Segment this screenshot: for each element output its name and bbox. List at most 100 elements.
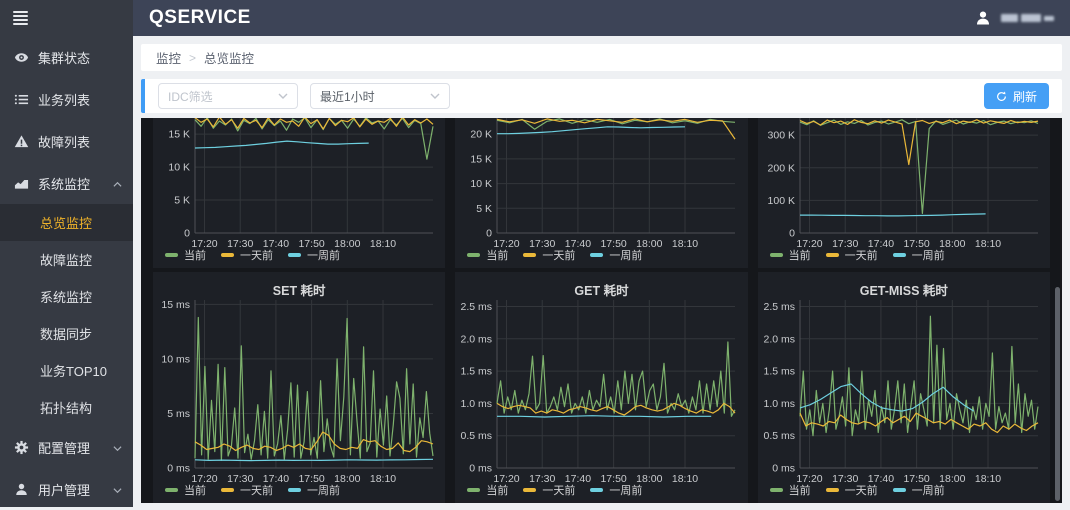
legend-label: 当前 [486, 485, 509, 497]
legend-item-1[interactable]: 一天前 [523, 247, 575, 263]
sidebar-subitem-3-4[interactable]: 业务TOP10 [0, 352, 133, 389]
legend-swatch [590, 253, 604, 257]
sidebar-menu: 集群状态 业务列表 故障列表 系统监控 总览监控 故障监控 系统监控 数据同步 业务TOP10 拓… [0, 36, 133, 510]
legend-label: 当前 [788, 485, 811, 497]
legend-item-2[interactable]: 一周前 [288, 247, 340, 263]
legend-item-1[interactable]: 一天前 [825, 247, 878, 263]
legend-label: 当前 [184, 250, 206, 262]
series-line-2 [194, 140, 369, 149]
sidebar-item-2[interactable]: 故障列表 [0, 120, 133, 162]
legend-item-2[interactable]: 一周前 [590, 247, 642, 263]
idc-filter-select[interactable]: IDC筛选 [158, 83, 298, 109]
chart-panel-1: 17:20 17:30 17:40 17:50 18:00 18:10 20 K 15 K 10… [455, 118, 748, 268]
sidebar-item-1[interactable]: 业务列表 [0, 78, 133, 120]
sidebar-item-label: 业务列表 [38, 92, 91, 108]
chart-plot[interactable]: 17:20 17:30 17:40 17:50 18:00 18:102.5 ms2.0 … [762, 296, 1046, 485]
sidebar-item-0[interactable]: 集群状态 [0, 36, 133, 78]
legend-item-0[interactable]: 当前 [467, 247, 508, 263]
chart-plot[interactable]: 17:20 17:30 17:40 17:50 18:00 18:10300 K200 K… [762, 118, 1046, 250]
svg-text:0.5 ms: 0.5 ms [763, 430, 795, 442]
legend-label: 一天前 [844, 485, 878, 497]
legend-item-2[interactable]: 一周前 [892, 482, 945, 498]
svg-text:2.5 ms: 2.5 ms [461, 301, 493, 313]
chevron-down-icon [113, 440, 122, 455]
svg-text:0 ms: 0 ms [772, 463, 795, 475]
chart-area: 17:20 17:30 17:40 17:50 18:00 18:10 20 K 15 K 10… [459, 118, 743, 250]
time-range-value: 最近1小时 [320, 89, 375, 104]
breadcrumb: 监控 > 总览监控 [141, 44, 1062, 71]
svg-text:5 K: 5 K [174, 195, 190, 207]
svg-text:18:10: 18:10 [672, 238, 698, 249]
legend-item-1[interactable]: 一天前 [523, 482, 575, 498]
legend-item-0[interactable]: 当前 [769, 247, 811, 263]
series-line-1 [799, 119, 1038, 166]
chevron-down-icon [430, 93, 440, 99]
legend-item-0[interactable]: 当前 [165, 482, 206, 498]
breadcrumb-item-0[interactable]: 监控 [156, 48, 181, 67]
chart-area: 17:20 17:30 17:40 17:50 18:00 18:10 300 K 200 K… [762, 118, 1046, 250]
legend-label: 当前 [788, 250, 811, 262]
sidebar-subitem-3-1[interactable]: 故障监控 [0, 241, 133, 278]
legend-item-0[interactable]: 当前 [769, 482, 811, 498]
sidebar-item-4[interactable]: 配置管理 [0, 426, 133, 468]
chart-title: SET 耗时 [272, 284, 326, 298]
legend-item-0[interactable]: 当前 [467, 482, 508, 498]
svg-text:5 K: 5 K [477, 203, 493, 215]
app-header: QSERVICE [133, 0, 1070, 36]
chart-area: 17:20 17:30 17:40 17:50 18:00 18:10 15 ms 10 ms… [157, 296, 441, 485]
user-icon[interactable] [974, 9, 992, 27]
user-name-redacted[interactable] [1001, 14, 1054, 22]
svg-text:1.0 ms: 1.0 ms [763, 398, 795, 410]
svg-text:2.0 ms: 2.0 ms [461, 333, 493, 345]
scrollbar-thumb[interactable] [1055, 287, 1060, 501]
svg-text:18:10: 18:10 [975, 473, 1001, 484]
sidebar-subitem-3-3[interactable]: 数据同步 [0, 315, 133, 352]
chart-legend: 当前 一天前 一周前 [769, 247, 945, 263]
legend-item-2[interactable]: 一周前 [288, 482, 340, 498]
svg-text:0 ms: 0 ms [167, 463, 190, 475]
idc-filter-placeholder: IDC筛选 [168, 89, 213, 104]
svg-text:10 K: 10 K [471, 178, 493, 190]
chart-plot[interactable]: 17:20 17:30 17:40 17:50 18:00 18:1020 K15 K10… [459, 118, 743, 250]
chart-plot[interactable]: 17:20 17:30 17:40 17:50 18:00 18:102.5 ms2.0 … [459, 296, 743, 485]
series-line-1 [497, 118, 736, 140]
legend-swatch [892, 488, 906, 492]
series-line-2 [194, 458, 434, 462]
legend-label: 一天前 [844, 250, 878, 262]
legend-item-1[interactable]: 一天前 [221, 482, 273, 498]
legend-swatch [769, 488, 783, 492]
sidebar-item-3[interactable]: 系统监控 [0, 162, 133, 204]
sidebar-item-5[interactable]: 用户管理 [0, 468, 133, 510]
app-title: QSERVICE [149, 7, 251, 28]
legend-item-0[interactable]: 当前 [165, 247, 206, 263]
legend-item-1[interactable]: 一天前 [221, 247, 273, 263]
time-range-select[interactable]: 最近1小时 [310, 83, 450, 109]
series-line-0 [194, 316, 434, 461]
legend-item-2[interactable]: 一周前 [590, 482, 642, 498]
legend-swatch [523, 253, 537, 257]
svg-text:0: 0 [486, 228, 492, 240]
series-line-1 [497, 402, 736, 416]
legend-item-2[interactable]: 一周前 [892, 247, 945, 263]
chart-plot[interactable]: 17:20 17:30 17:40 17:50 18:00 18:1015 K10 K5 … [157, 118, 441, 250]
svg-text:0: 0 [789, 228, 795, 240]
chart-legend: 当前 一天前 一周前 [165, 482, 340, 498]
sidebar-subitem-3-5[interactable]: 拓扑结构 [0, 389, 133, 426]
series-line-2 [497, 415, 712, 418]
chart-plot[interactable]: 17:20 17:30 17:40 17:50 18:00 18:1015 ms10 ms… [157, 296, 441, 485]
chevron-up-icon [113, 176, 122, 191]
chart-panel-3: SET 耗时 17:20 17:30 17:40 17:50 18:00 18:10 15 m… [153, 272, 446, 503]
sidebar-subitem-3-0-active[interactable]: 总览监控 [0, 204, 133, 241]
legend-swatch [523, 488, 537, 492]
monitor-icon [14, 176, 29, 191]
legend-swatch [221, 488, 234, 492]
menu-toggle-icon[interactable] [13, 11, 28, 25]
legend-swatch [467, 488, 481, 492]
chevron-down-icon [113, 482, 122, 497]
breadcrumb-item-1[interactable]: 总览监控 [204, 48, 254, 67]
legend-swatch [467, 253, 481, 257]
refresh-button[interactable]: 刷新 [983, 83, 1049, 109]
legend-label: 一天前 [542, 250, 576, 262]
legend-item-1[interactable]: 一天前 [825, 482, 878, 498]
sidebar-subitem-3-2[interactable]: 系统监控 [0, 278, 133, 315]
